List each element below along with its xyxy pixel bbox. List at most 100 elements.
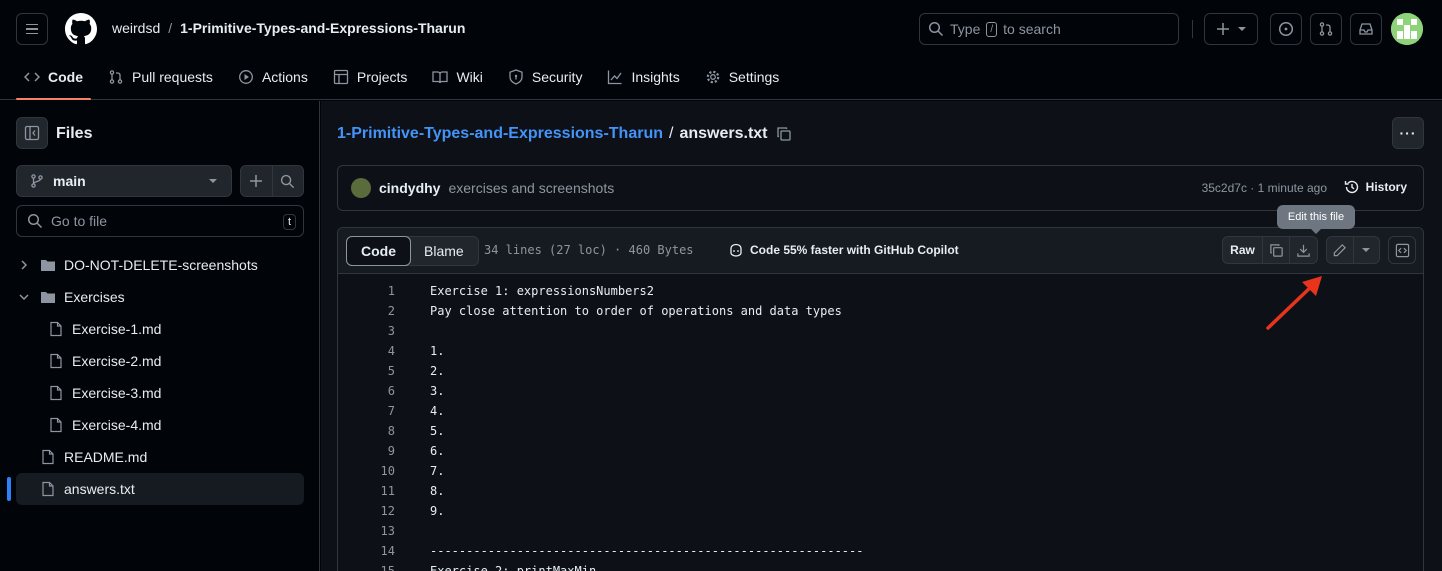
- author-avatar[interactable]: [351, 178, 371, 198]
- commit-meta[interactable]: 35c2d7c · 1 minute ago: [1202, 181, 1327, 195]
- shield-icon: [509, 69, 523, 85]
- line-number[interactable]: 15: [338, 561, 395, 571]
- create-new-button[interactable]: [1204, 13, 1258, 45]
- tab-label: Actions: [261, 69, 308, 85]
- menu-button[interactable]: [16, 13, 48, 45]
- tab-label: Settings: [728, 69, 780, 85]
- tree-file-exercise-2[interactable]: Exercise-2.md: [16, 345, 304, 377]
- tab-label: Security: [531, 69, 583, 85]
- branch-selector[interactable]: main: [16, 165, 232, 197]
- line-number[interactable]: 11: [338, 481, 395, 501]
- code-square-icon: [1395, 243, 1409, 257]
- tree-file-answers[interactable]: answers.txt: [7, 473, 304, 505]
- go-to-file-input[interactable]: Go to file t: [16, 205, 304, 237]
- line-text: 8.: [430, 484, 445, 498]
- file-icon: [50, 321, 62, 337]
- tree-file-exercise-1[interactable]: Exercise-1.md: [16, 313, 304, 345]
- tree-file-readme[interactable]: README.md: [16, 441, 304, 473]
- files-title: Files: [56, 125, 93, 142]
- play-icon: [238, 70, 253, 84]
- tree-actions: [240, 165, 304, 197]
- pull-request-icon: [109, 70, 123, 84]
- code-line: 15 Exercise 2: printMaxMin: [338, 561, 1423, 571]
- graph-icon: [608, 70, 622, 85]
- issues-button[interactable]: [1270, 13, 1302, 45]
- user-avatar[interactable]: [1391, 13, 1423, 45]
- line-number[interactable]: 8: [338, 421, 395, 441]
- edit-actions: [1326, 236, 1380, 264]
- line-number[interactable]: 7: [338, 401, 395, 421]
- search-icon: [928, 21, 944, 37]
- line-number[interactable]: 13: [338, 521, 395, 541]
- tab-settings[interactable]: Settings: [697, 60, 788, 94]
- tab-insights[interactable]: Insights: [599, 60, 687, 94]
- tree-file-exercise-4[interactable]: Exercise-4.md: [16, 409, 304, 441]
- sidebar-collapse-icon: [24, 125, 40, 141]
- code-line: 4 1.: [338, 341, 1423, 361]
- inbox-button[interactable]: [1350, 13, 1382, 45]
- tab-actions[interactable]: Actions: [230, 60, 316, 94]
- github-logo-icon[interactable]: [65, 13, 97, 45]
- line-number[interactable]: 6: [338, 381, 395, 401]
- symbols-panel-button[interactable]: [1388, 236, 1416, 264]
- issue-icon: [1278, 21, 1294, 37]
- copilot-promo-link[interactable]: Code 55% faster with GitHub Copilot: [728, 242, 959, 258]
- search-suffix: to search: [1003, 21, 1061, 37]
- line-number[interactable]: 10: [338, 461, 395, 481]
- tree-folder-screenshots[interactable]: DO-NOT-DELETE-screenshots: [16, 249, 304, 281]
- code-line: 11 8.: [338, 481, 1423, 501]
- tab-wiki[interactable]: Wiki: [424, 60, 490, 94]
- repo-link[interactable]: 1-Primitive-Types-and-Expressions-Tharun: [180, 20, 465, 36]
- line-number[interactable]: 4: [338, 341, 395, 361]
- line-number[interactable]: 12: [338, 501, 395, 521]
- file-tree: DO-NOT-DELETE-screenshots Exercises Exer…: [7, 249, 304, 505]
- commit-message[interactable]: exercises and screenshots: [448, 180, 614, 196]
- add-file-button[interactable]: [241, 166, 273, 196]
- line-text: 3.: [430, 384, 445, 398]
- history-button[interactable]: History: [1344, 179, 1407, 195]
- search-shortcut-key: /: [986, 21, 998, 37]
- line-number[interactable]: 3: [338, 321, 395, 341]
- tab-projects[interactable]: Projects: [325, 60, 416, 94]
- search-input[interactable]: Type / to search: [919, 13, 1179, 45]
- tab-pull-requests[interactable]: Pull requests: [100, 60, 221, 94]
- line-number[interactable]: 2: [338, 301, 395, 321]
- pull-requests-button[interactable]: [1310, 13, 1342, 45]
- code-line: 13: [338, 521, 1423, 541]
- repo-root-link[interactable]: 1-Primitive-Types-and-Expressions-Tharun: [337, 125, 663, 143]
- collapse-sidebar-button[interactable]: [16, 117, 48, 149]
- tree-folder-exercises[interactable]: Exercises: [16, 281, 304, 313]
- code-line: 1 Exercise 1: expressionsNumbers2: [338, 281, 1423, 301]
- copilot-icon: [730, 243, 742, 257]
- line-number[interactable]: 14: [338, 541, 395, 561]
- edit-options-dropdown[interactable]: [1354, 237, 1380, 263]
- line-number[interactable]: 1: [338, 281, 395, 301]
- edit-file-button[interactable]: [1327, 237, 1354, 263]
- search-prefix: Type: [950, 21, 981, 37]
- chevron-right-icon: [21, 260, 28, 270]
- more-options-button[interactable]: ···: [1392, 117, 1424, 149]
- code-view-tab[interactable]: Code: [346, 236, 411, 266]
- tree-item-label: README.md: [64, 449, 148, 465]
- file-icon: [50, 353, 62, 369]
- go-to-file-shortcut: t: [282, 214, 296, 230]
- tab-security[interactable]: Security: [500, 60, 591, 94]
- tab-label: Wiki: [456, 69, 483, 85]
- raw-button[interactable]: Raw: [1223, 237, 1263, 263]
- blame-view-tab[interactable]: Blame: [410, 237, 478, 265]
- owner-link[interactable]: weirdsd: [112, 20, 160, 36]
- search-files-button[interactable]: [273, 166, 304, 196]
- line-number[interactable]: 9: [338, 441, 395, 461]
- copy-path-icon[interactable]: [776, 126, 792, 142]
- tab-code[interactable]: Code: [16, 60, 91, 100]
- line-number[interactable]: 5: [338, 361, 395, 381]
- branch-name: main: [53, 173, 86, 189]
- commit-author[interactable]: cindydhy: [379, 180, 440, 196]
- line-text: 7.: [430, 464, 445, 478]
- download-button[interactable]: [1290, 237, 1317, 263]
- file-content-box: Code Blame 34 lines (27 loc) · 460 Bytes…: [337, 227, 1424, 571]
- code-line: 7 4.: [338, 401, 1423, 421]
- download-icon: [1297, 244, 1310, 257]
- copy-raw-button[interactable]: [1263, 237, 1290, 263]
- tree-file-exercise-3[interactable]: Exercise-3.md: [16, 377, 304, 409]
